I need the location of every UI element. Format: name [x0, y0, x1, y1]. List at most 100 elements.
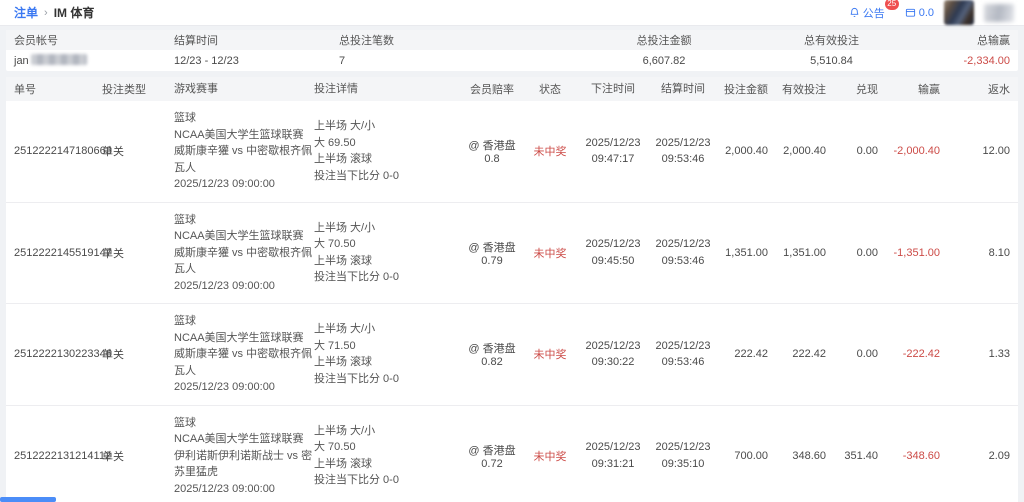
cell-game: 篮球 NCAA美国大学生篮球联赛 威斯康辛獾 vs 中密歇根齐佩瓦人 2025/…: [174, 213, 313, 292]
cell-detail: 上半场 大/小 大 70.50 上半场 滚球 投注当下比分 0-0: [314, 221, 399, 284]
cell-settle-time: 2025/12/23 09:53:46: [655, 339, 711, 369]
cell-valid: 1,351.00: [783, 246, 826, 259]
winloss-value: -2,000.40: [893, 145, 940, 158]
topbar-actions: 公告 25 0.0: [849, 0, 1014, 25]
cell-odds: @ 香港盘 0.8: [468, 140, 516, 166]
cell-amount: 2,000.40: [725, 145, 768, 158]
bell-icon: [849, 7, 860, 18]
summary-header-account: 会员帐号: [14, 35, 58, 47]
table-row: 2512222145519147 单关 篮球 NCAA美国大学生篮球联赛 威斯康…: [6, 201, 1018, 304]
cell-amount: 222.42: [734, 348, 768, 361]
cell-odds: @ 香港盘 0.72: [468, 444, 516, 470]
cell-order-no: 2512222145519147: [14, 246, 112, 259]
summary-bet-count: 7: [339, 54, 346, 67]
cell-amount: 700.00: [734, 449, 768, 462]
cell-detail: 上半场 大/小 大 69.50 上半场 滚球 投注当下比分 0-0: [314, 120, 399, 182]
cell-order-no: 2512222147180663: [14, 145, 112, 158]
bets-table: 单号 投注类型 游戏赛事 投注详情 会员赔率 状态 下注时间 结算时间 投注金额…: [6, 77, 1018, 502]
status-label: 未中奖: [533, 450, 567, 463]
page-title: IM 体育: [53, 6, 95, 20]
cell-valid: 222.42: [792, 348, 826, 361]
summary-header-settle-time: 结算时间: [174, 35, 218, 47]
table-body: 2512222147180663 单关 篮球 NCAA美国大学生篮球联赛 威斯康…: [6, 101, 1018, 502]
cell-detail: 上半场 大/小 大 70.50 上半场 滚球 投注当下比分 0-0: [314, 424, 399, 487]
header-game: 游戏赛事: [174, 82, 218, 95]
summary-value-row: jan 12/23 - 12/23 7 6,607.82 5,510.84 -2…: [6, 50, 1018, 71]
table-header-row: 单号 投注类型 游戏赛事 投注详情 会员赔率 状态 下注时间 结算时间 投注金额…: [6, 77, 1018, 101]
breadcrumb: 注单 › IM 体育: [14, 4, 94, 21]
cell-valid: 348.60: [792, 449, 826, 462]
cell-order-no: 2512222131214112: [14, 449, 112, 462]
announcement-button[interactable]: 公告 25: [849, 0, 899, 21]
cell-game: 篮球 NCAA美国大学生篮球联赛 威斯康辛獾 vs 中密歇根齐佩瓦人 2025/…: [174, 112, 313, 190]
cell-rebate: 1.33: [988, 348, 1010, 361]
summary-header-row: 会员帐号 结算时间 总投注笔数 总投注金额 总有效投注 总输赢: [6, 30, 1018, 50]
summary-header-valid-amount: 总有效投注: [804, 35, 859, 47]
cell-game: 篮球 NCAA美国大学生篮球联赛 伊利诺斯伊利诺斯战士 vs 密苏里猛虎 202…: [174, 416, 313, 495]
cell-settle-time: 2025/12/23 09:53:46: [655, 238, 711, 267]
summary-header-bet-amount: 总投注金额: [636, 35, 692, 47]
user-avatar[interactable]: [944, 0, 974, 25]
header-detail: 投注详情: [314, 82, 358, 95]
top-bar: 注单 › IM 体育 公告 25 0.0: [0, 0, 1024, 26]
cell-cashout: 0.00: [856, 246, 878, 259]
cell-bet-type: 单关: [102, 247, 124, 260]
cell-game: 篮球 NCAA美国大学生篮球联赛 威斯康辛獾 vs 中密歇根齐佩瓦人 2025/…: [174, 315, 313, 393]
table-row: 2512222147180663 单关 篮球 NCAA美国大学生篮球联赛 威斯康…: [6, 101, 1018, 202]
header-bet-time: 下注时间: [591, 82, 635, 95]
cell-bet-time: 2025/12/23 09:30:22: [585, 339, 641, 369]
summary-bet-amount: 6,607.82: [642, 54, 686, 67]
cell-bet-time: 2025/12/23 09:45:50: [585, 238, 641, 267]
cell-detail: 上半场 大/小 大 71.50 上半场 滚球 投注当下比分 0-0: [314, 323, 399, 385]
table-row: 2512222130223346 单关 篮球 NCAA美国大学生篮球联赛 威斯康…: [6, 303, 1018, 405]
cell-valid: 2,000.40: [783, 145, 826, 158]
header-rebate: 返水: [988, 84, 1010, 96]
cell-rebate: 2.09: [988, 449, 1010, 462]
summary-period: 12/23 - 12/23: [174, 54, 239, 67]
header-order-no: 单号: [14, 84, 36, 96]
header-odds: 会员赔率: [470, 84, 514, 96]
announcement-label: 公告: [862, 7, 885, 20]
account-blurred: [30, 54, 87, 65]
member-account: jan: [14, 54, 174, 67]
winloss-value: -1,351.00: [893, 246, 940, 259]
horizontal-scrollbar-thumb[interactable]: [0, 497, 56, 502]
cell-cashout: 0.00: [856, 348, 878, 361]
cell-settle-time: 2025/12/23 09:35:10: [655, 441, 711, 470]
status-label: 未中奖: [533, 146, 567, 159]
breadcrumb-separator: ›: [44, 6, 48, 19]
status-label: 未中奖: [533, 247, 567, 260]
cell-rebate: 12.00: [982, 145, 1010, 158]
header-winloss: 输赢: [918, 84, 940, 96]
header-valid: 有效投注: [782, 84, 826, 96]
cell-bet-type: 单关: [102, 349, 124, 362]
cell-bet-time: 2025/12/23 09:31:21: [585, 441, 641, 470]
summary-winloss: -2,334.00: [963, 54, 1010, 67]
cell-rebate: 8.10: [988, 246, 1010, 259]
balance-value: 0.0: [918, 6, 934, 19]
balance-button[interactable]: 0.0: [905, 7, 934, 19]
summary-header-winloss: 总输赢: [977, 35, 1010, 47]
summary-header-bet-count: 总投注笔数: [339, 35, 394, 47]
cell-amount: 1,351.00: [725, 246, 768, 259]
winloss-value: -348.60: [902, 449, 940, 462]
cell-odds: @ 香港盘 0.79: [468, 241, 516, 267]
cell-cashout: 351.40: [844, 449, 878, 462]
cell-cashout: 0.00: [856, 145, 878, 158]
winloss-value: -222.42: [902, 348, 940, 361]
cell-settle-time: 2025/12/23 09:53:46: [655, 136, 711, 166]
header-amount: 投注金额: [724, 84, 768, 96]
breadcrumb-root-link[interactable]: 注单: [14, 4, 38, 21]
header-bet-type: 投注类型: [102, 84, 146, 96]
cell-order-no: 2512222130223346: [14, 348, 112, 361]
username-blurred: [984, 3, 1014, 22]
cell-bet-time: 2025/12/23 09:47:17: [585, 136, 641, 166]
wallet-icon: [905, 7, 916, 18]
table-row: 2512222131214112 单关 篮球 NCAA美国大学生篮球联赛 伊利诺…: [6, 404, 1018, 502]
cell-bet-type: 单关: [102, 450, 124, 463]
cell-odds: @ 香港盘 0.82: [468, 343, 516, 369]
header-cashout: 兑现: [856, 84, 878, 96]
header-status: 状态: [539, 84, 561, 96]
summary-card: 会员帐号 结算时间 总投注笔数 总投注金额 总有效投注 总输赢 jan 12/2…: [6, 30, 1018, 71]
header-settle-time: 结算时间: [661, 82, 705, 95]
